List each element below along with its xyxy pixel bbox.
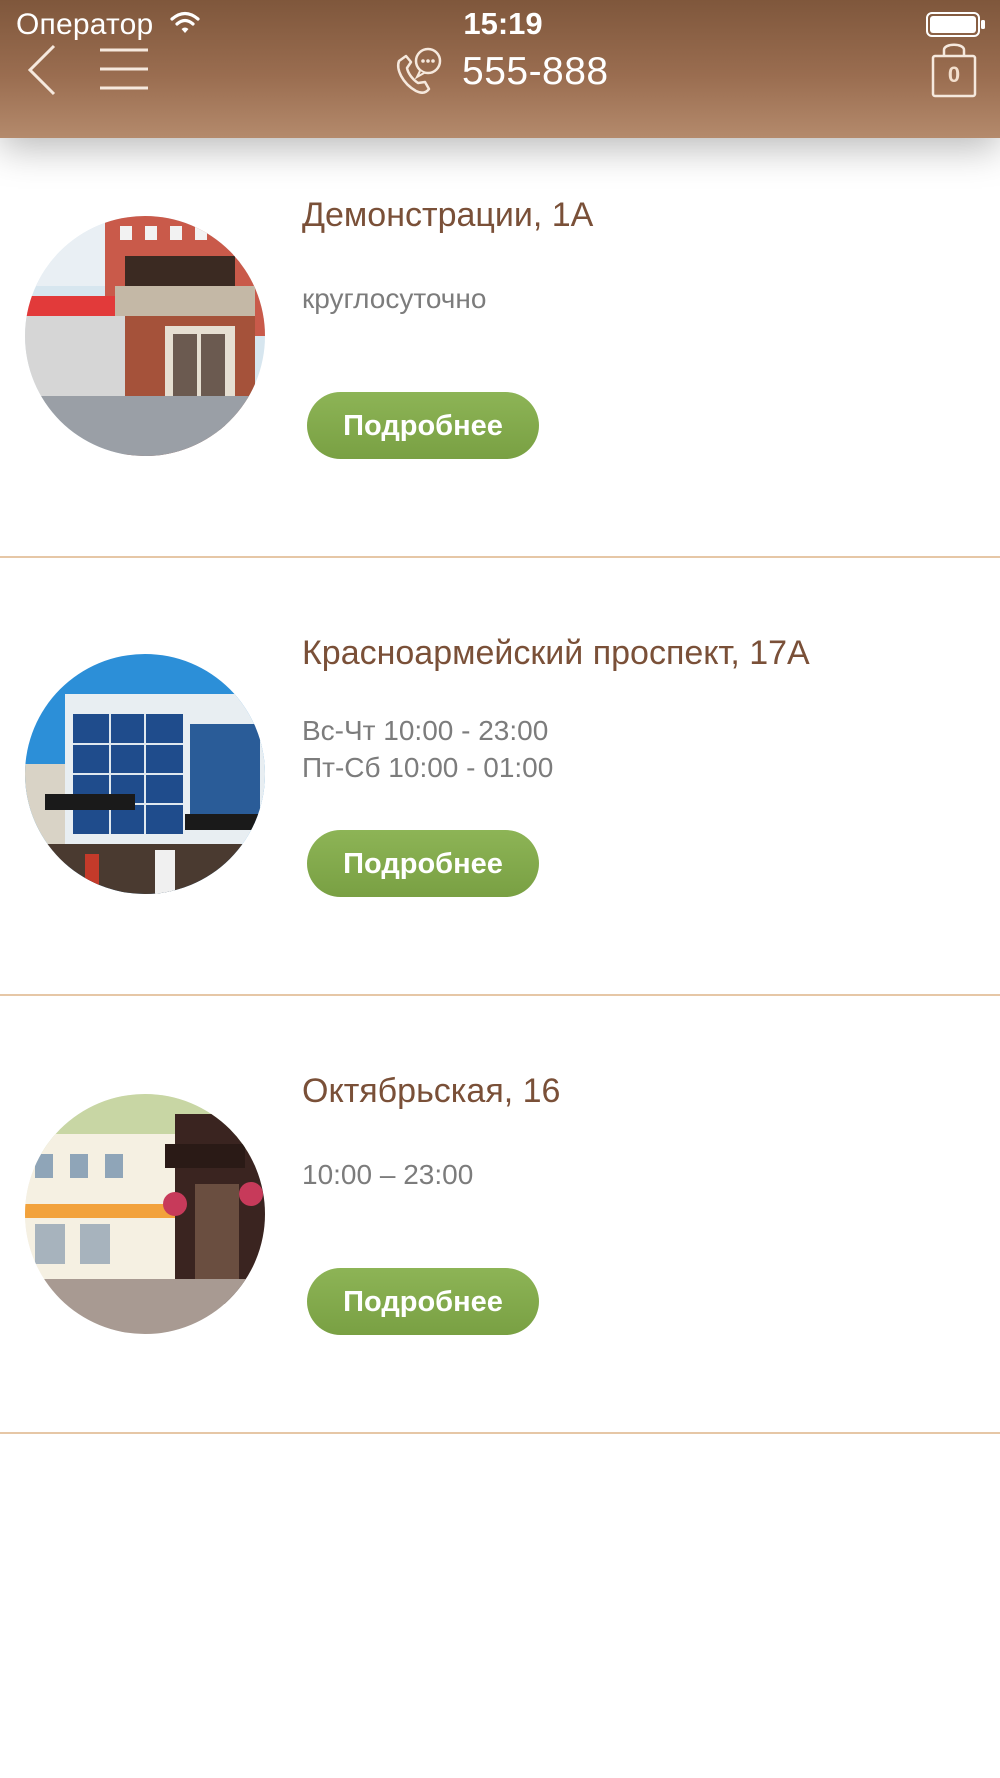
details-button[interactable]: Подробнее — [307, 1268, 539, 1335]
location-address: Красноармейский проспект, 17А — [302, 634, 810, 672]
location-address: Октябрьская, 16 — [302, 1072, 561, 1110]
location-hours: Вс-Чт 10:00 - 23:00 Пт-Сб 10:00 - 01:00 — [302, 712, 553, 786]
status-time: 15:19 — [463, 6, 543, 41]
location-photo — [25, 654, 265, 894]
location-photo — [25, 1094, 265, 1334]
app-header: Оператор 15:19 555-888 0 — [0, 0, 1000, 138]
menu-icon[interactable] — [98, 46, 150, 92]
battery-icon — [926, 12, 986, 38]
phone-call-button[interactable]: 555-888 — [392, 44, 609, 100]
details-button[interactable]: Подробнее — [307, 830, 539, 897]
back-icon[interactable] — [24, 44, 60, 96]
location-hours: круглосуточно — [302, 280, 486, 317]
cart-count-badge: 0 — [947, 62, 961, 87]
hours-line: 10:00 – 23:00 — [302, 1159, 474, 1190]
phone-chat-icon — [392, 47, 444, 97]
phone-number: 555-888 — [462, 50, 609, 93]
hours-line: Пт-Сб 10:00 - 01:00 — [302, 752, 554, 783]
location-item: Красноармейский проспект, 17А Вс-Чт 10:0… — [0, 558, 1000, 996]
location-photo — [25, 216, 265, 456]
hours-line: круглосуточно — [302, 283, 487, 314]
location-address: Демонстрации, 1А — [302, 196, 594, 234]
location-item: Демонстрации, 1А круглосуточно Подробнее — [0, 120, 1000, 558]
location-hours: 10:00 – 23:00 — [302, 1156, 473, 1193]
hours-line: Вс-Чт 10:00 - 23:00 — [302, 715, 549, 746]
location-item: Октябрьская, 16 10:00 – 23:00 Подробнее — [0, 996, 1000, 1434]
details-button[interactable]: Подробнее — [307, 392, 539, 459]
